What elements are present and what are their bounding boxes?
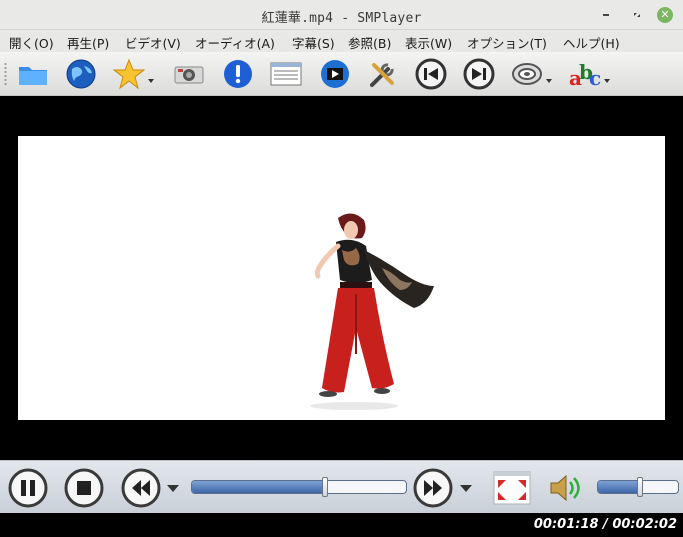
next-track-icon[interactable] [462, 57, 496, 91]
camera-icon[interactable] [172, 57, 206, 91]
menu-bar: 開く(O) 再生(P) ビデオ(V) オーディオ(A) 字幕(S) 参照(B) … [0, 30, 683, 52]
forward-dropdown-icon[interactable] [460, 485, 472, 492]
menu-video[interactable]: ビデオ(V) [125, 33, 181, 52]
main-toolbar: abc [0, 52, 683, 96]
minimize-icon[interactable] [598, 7, 614, 23]
volume-fill [598, 481, 640, 493]
subtitle-abc-icon[interactable]: abc [568, 57, 602, 91]
audio-track-dropdown-icon[interactable] [546, 79, 552, 83]
menu-help[interactable]: ヘルプ(H) [563, 33, 620, 52]
folder-icon[interactable] [16, 57, 50, 91]
control-bar [0, 460, 683, 513]
menu-options[interactable]: オプション(T) [467, 33, 547, 52]
fast-forward-icon[interactable] [413, 468, 453, 508]
dancer-figure [310, 213, 434, 410]
audio-track-icon[interactable] [510, 57, 544, 91]
video-area[interactable] [0, 96, 683, 460]
menu-open[interactable]: 開く(O) [9, 33, 54, 52]
rewind-icon[interactable] [121, 468, 161, 508]
time-display: 00:01:18 / 00:02:02 [533, 517, 677, 532]
seek-bar-fill [192, 481, 325, 493]
info-icon[interactable] [221, 57, 255, 91]
seek-handle[interactable] [321, 477, 328, 497]
previous-track-icon[interactable] [414, 57, 448, 91]
volume-handle[interactable] [636, 477, 643, 497]
rewind-dropdown-icon[interactable] [167, 485, 179, 492]
preferences-tools-icon[interactable] [366, 57, 400, 91]
menu-subtitles[interactable]: 字幕(S) [292, 33, 335, 52]
close-icon[interactable]: ✕ [657, 7, 673, 23]
favorites-dropdown-icon[interactable] [148, 79, 154, 83]
stop-icon[interactable] [64, 468, 104, 508]
video-frame [18, 136, 665, 420]
window-title: 紅蓮華.mp4 - SMPlayer [261, 11, 422, 26]
subtitle-dropdown-icon[interactable] [604, 79, 610, 83]
toolbar-grip[interactable] [4, 62, 7, 86]
playlist-icon[interactable] [269, 57, 303, 91]
menu-browse[interactable]: 参照(B) [348, 33, 391, 52]
menu-play[interactable]: 再生(P) [67, 33, 109, 52]
speaker-icon[interactable] [545, 468, 585, 508]
pause-icon[interactable] [8, 468, 48, 508]
restore-icon[interactable] [629, 7, 645, 23]
seek-bar[interactable] [191, 480, 407, 494]
globe-icon[interactable] [64, 57, 98, 91]
smplayer-window: 紅蓮華.mp4 - SMPlayer ✕ 開く(O) 再生(P) ビデオ(V) … [0, 0, 683, 537]
menu-view[interactable]: 表示(W) [405, 33, 452, 52]
status-bar: 00:01:18 / 00:02:02 [0, 513, 683, 537]
favorites-star-icon[interactable] [112, 57, 146, 91]
fullscreen-icon[interactable] [492, 468, 532, 508]
video-equalizer-icon[interactable] [318, 57, 352, 91]
menu-audio[interactable]: オーディオ(A) [195, 33, 275, 52]
svg-text:c: c [589, 66, 601, 90]
title-bar: 紅蓮華.mp4 - SMPlayer ✕ [0, 0, 683, 30]
